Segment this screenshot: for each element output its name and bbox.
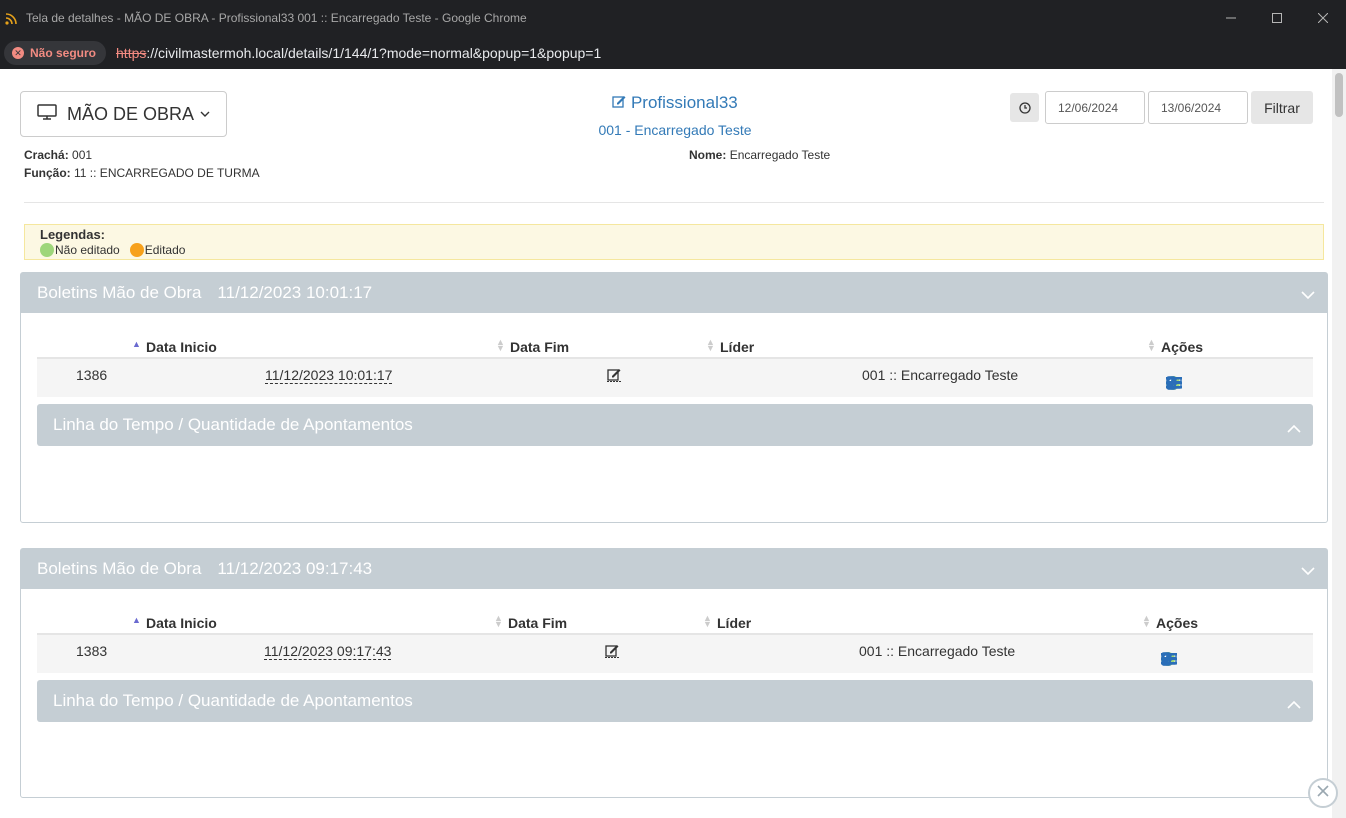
- timeline-title: Linha do Tempo / Quantidade de Apontamen…: [53, 415, 413, 434]
- status-dot-edited: [129, 243, 144, 257]
- monitor-icon: [37, 103, 57, 125]
- window-title: Tela de detalhes - MÃO DE OBRA - Profiss…: [26, 11, 527, 25]
- address-bar[interactable]: ✕ Não seguro https://civilmastermoh.loca…: [0, 36, 1346, 69]
- close-window-icon[interactable]: [1300, 0, 1346, 36]
- edit-icon[interactable]: [607, 368, 622, 385]
- nome-value: Encarregado Teste: [729, 148, 831, 162]
- security-label: Não seguro: [30, 45, 97, 60]
- divider: [24, 202, 1324, 203]
- timeline-panel-header[interactable]: Linha do Tempo / Quantidade de Apontamen…: [37, 680, 1313, 722]
- column-end[interactable]: Data Fim: [508, 615, 567, 631]
- rss-icon: [4, 10, 20, 26]
- cracha-info: Crachá: 001: [24, 148, 92, 162]
- table-header: ▲ Data Inicio ▲ ▼ Data Fim ▲ ▼ Líder ▲ ▼ Aç…: [37, 613, 1313, 635]
- scrollbar-thumb[interactable]: [1335, 73, 1343, 117]
- status-dot-not-edited: [40, 243, 54, 257]
- sort-icon[interactable]: ▲ ▼: [706, 338, 715, 353]
- filter-button[interactable]: Filtrar: [1251, 91, 1313, 124]
- column-actions: Ações: [1156, 615, 1199, 631]
- sort-icon[interactable]: ▲ ▼: [1147, 338, 1156, 353]
- profile-name: Profissional33: [630, 93, 738, 112]
- nome-label: Nome:: [689, 148, 727, 162]
- close-popup-button[interactable]: [1308, 778, 1338, 808]
- minimize-icon[interactable]: [1208, 0, 1254, 36]
- cracha-value: 001: [72, 148, 93, 162]
- table-row: 1383 11/12/2023 09:17:43 001 :: Encarreg…: [37, 635, 1313, 673]
- close-icon: [1317, 784, 1329, 802]
- row-id: 1386: [76, 367, 108, 383]
- maximize-icon[interactable]: [1254, 0, 1300, 36]
- boletim-panel: Boletins Mão de Obra 11/12/2023 10:01:17…: [20, 272, 1328, 523]
- timeline-title: Linha do Tempo / Quantidade de Apontamen…: [53, 691, 413, 710]
- chevron-up-icon[interactable]: [1287, 694, 1301, 714]
- sort-icon[interactable]: ▲ ▼: [703, 614, 712, 629]
- row-id: 1383: [76, 643, 108, 659]
- date-from-input[interactable]: 12/06/2024: [1045, 91, 1145, 124]
- row-leader: 001 :: Encarregado Teste: [862, 367, 1019, 383]
- window-titlebar: Tela de detalhes - MÃO DE OBRA - Profiss…: [0, 0, 1346, 36]
- row-start-date[interactable]: 11/12/2023 09:17:43: [264, 643, 392, 660]
- panel-title: Boletins Mão de Obra: [37, 559, 202, 578]
- column-leader[interactable]: Líder: [720, 339, 754, 355]
- module-dropdown[interactable]: MÃO DE OBRA: [20, 91, 227, 137]
- timeline-panel-header[interactable]: Linha do Tempo / Quantidade de Apontamen…: [37, 404, 1313, 446]
- row-start-date[interactable]: 11/12/2023 10:01:17: [265, 367, 393, 384]
- panel-header[interactable]: Boletins Mão de Obra 11/12/2023 09:17:43: [21, 549, 1327, 589]
- sort-icon[interactable]: ▲ ▼: [1142, 614, 1151, 629]
- funcao-value: 11 :: ENCARREGADO DE TURMA: [74, 166, 260, 180]
- chevron-down-icon[interactable]: [1301, 561, 1315, 581]
- cracha-label: Crachá:: [24, 148, 69, 162]
- clock-icon[interactable]: [1010, 93, 1039, 122]
- table-row: 1386 11/12/2023 10:01:17 001 :: Encarreg…: [37, 359, 1313, 397]
- legend-box: Legendas: Não editado Editado: [24, 224, 1324, 260]
- url-path: ://civilmastermoh.local/details/1/144/1?…: [146, 44, 602, 61]
- panel-datetime: 11/12/2023 10:01:17: [217, 283, 373, 302]
- chevron-down-icon[interactable]: [1301, 285, 1315, 305]
- url-text[interactable]: https://civilmastermoh.local/details/1/1…: [116, 45, 601, 61]
- nome-info: Nome: Encarregado Teste: [689, 148, 830, 162]
- date-to-input[interactable]: 13/06/2024: [1148, 91, 1248, 124]
- scrollbar[interactable]: [1332, 69, 1346, 818]
- page-content: MÃO DE OBRA Profissional33 001 - Encarre…: [0, 69, 1346, 818]
- boletim-panel: Boletins Mão de Obra 11/12/2023 09:17:43…: [20, 548, 1328, 798]
- panel-header[interactable]: Boletins Mão de Obra 11/12/2023 10:01:17: [21, 273, 1327, 313]
- wrench-icon[interactable]: [1166, 376, 1180, 390]
- edit-icon: [612, 93, 626, 112]
- funcao-info: Função: 11 :: ENCARREGADO DE TURMA: [24, 166, 260, 180]
- legend-item-label: Não editado: [55, 243, 120, 257]
- sort-icon[interactable]: ▲ ▼: [494, 614, 503, 629]
- sort-icon[interactable]: ▲ ▼: [496, 338, 505, 353]
- wrench-icon[interactable]: [1161, 652, 1175, 666]
- legend-item-label: Editado: [144, 243, 186, 257]
- column-leader[interactable]: Líder: [717, 615, 751, 631]
- column-end[interactable]: Data Fim: [510, 339, 569, 355]
- profile-header: Profissional33 001 - Encarregado Teste: [540, 93, 810, 138]
- funcao-label: Função:: [24, 166, 71, 180]
- profile-subtitle: 001 - Encarregado Teste: [598, 122, 752, 138]
- chevron-up-icon[interactable]: [1287, 418, 1301, 438]
- url-protocol: https: [116, 44, 147, 61]
- column-actions: Ações: [1161, 339, 1204, 355]
- column-start[interactable]: Data Inicio: [146, 615, 217, 631]
- edit-icon[interactable]: [605, 644, 620, 661]
- profile-link[interactable]: Profissional33: [540, 93, 810, 113]
- chevron-down-icon: [200, 107, 210, 121]
- security-badge[interactable]: ✕ Não seguro: [4, 40, 107, 65]
- warning-icon: ✕: [12, 46, 24, 59]
- module-label: MÃO DE OBRA: [67, 103, 195, 124]
- legend-title: Legendas:: [40, 227, 106, 242]
- panel-title: Boletins Mão de Obra: [37, 283, 202, 302]
- row-leader: 001 :: Encarregado Teste: [859, 643, 1016, 659]
- date-filter: 12/06/2024 13/06/2024 Filtrar: [1010, 91, 1313, 124]
- panel-datetime: 11/12/2023 09:17:43: [217, 559, 373, 578]
- column-start[interactable]: Data Inicio: [146, 339, 217, 355]
- table-header: ▲ Data Inicio ▲ ▼ Data Fim ▲ ▼ Líder ▲ ▼ Aç…: [37, 337, 1313, 359]
